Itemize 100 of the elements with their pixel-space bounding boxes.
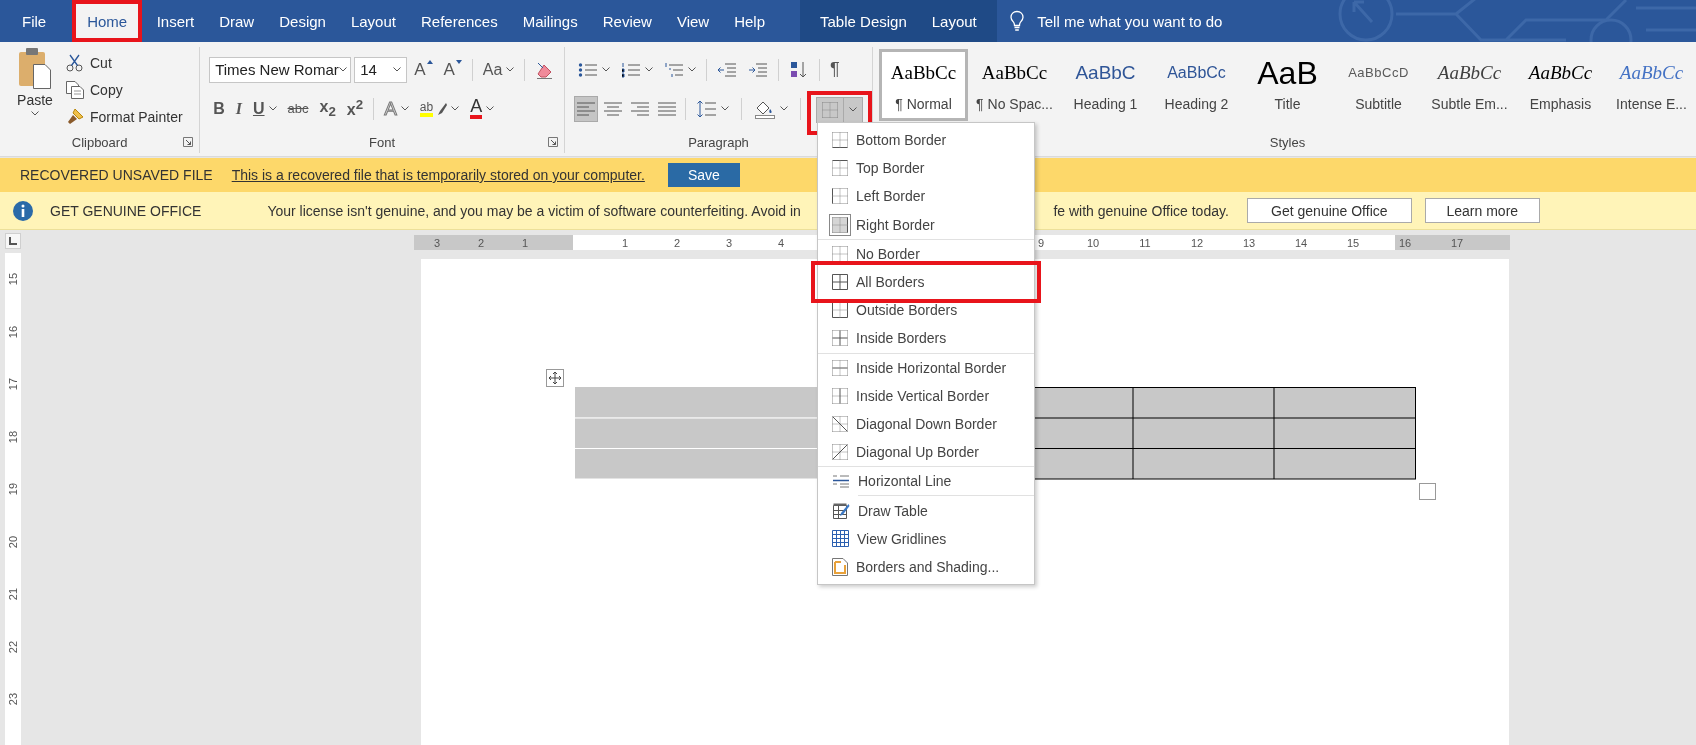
menu-item[interactable]: Inside Horizontal Border (818, 353, 1034, 382)
dialog-launcher-icon[interactable] (183, 137, 194, 147)
numbered-list-icon (621, 61, 641, 78)
style-gallery-item[interactable]: AaBbC Heading 1 (1061, 49, 1150, 121)
menu-item[interactable]: Outside Borders (818, 296, 1034, 325)
copy-icon (66, 80, 84, 99)
ribbon-tab[interactable]: Layout (338, 0, 409, 42)
license-message: Your license isn't genuine, and you may be a victim of software counterfeiting. Avoid in (267, 202, 802, 219)
ribbon-tab[interactable]: View (664, 0, 722, 42)
bold-button[interactable]: B (209, 95, 229, 122)
style-gallery-item[interactable]: AaBbCc Intense E... (1607, 49, 1696, 121)
bar-button[interactable]: Learn more (1424, 198, 1540, 223)
ribbon-tab[interactable]: Layout (919, 0, 990, 42)
font-size-dropdown[interactable]: 14 (354, 56, 408, 83)
scissors-icon (66, 53, 84, 72)
align-left-button[interactable] (574, 95, 598, 122)
superscript-button[interactable]: x$^{2}$ (342, 95, 368, 122)
ribbon-tab[interactable]: References (408, 0, 511, 42)
style-gallery-item[interactable]: AaBbCcD Subtitle (1334, 49, 1423, 121)
ruler-number: 15 (7, 273, 19, 286)
grow-font-button[interactable]: A (410, 56, 437, 83)
ribbon-tab[interactable]: Table Design (807, 0, 920, 42)
ruler-number: 17 (1450, 236, 1464, 249)
clipboard-button[interactable]: Copy (66, 76, 183, 103)
menu-item[interactable]: View Gridlines (818, 524, 1034, 553)
ruler-number: 18 (7, 430, 19, 443)
ribbon-tab[interactable]: Design (266, 0, 339, 42)
ruler-number: 17 (7, 378, 19, 391)
menu-item[interactable]: Inside Vertical Border (818, 381, 1034, 410)
recovered-file-link[interactable]: This is a recovered file that is temporarily stored on your computer. (231, 167, 645, 183)
style-gallery-item[interactable]: AaBbCc Emphasis (1516, 49, 1605, 121)
subscript-button[interactable]: x$_{2}$ (315, 95, 340, 122)
increase-indent-icon (748, 61, 768, 78)
menu-item[interactable]: Horizontal Line (818, 467, 1034, 496)
paste-button[interactable]: Paste (14, 47, 56, 131)
change-case-button[interactable]: Aa (478, 56, 519, 83)
menu-item[interactable]: Left Border (818, 182, 1034, 211)
align-left-icon (575, 100, 596, 117)
multilevel-list-icon (664, 61, 684, 78)
menu-item[interactable]: Right Border (818, 210, 1034, 239)
font-name-dropdown[interactable]: Times New Romar (209, 56, 352, 83)
menu-item[interactable]: Top Border (818, 154, 1034, 183)
style-gallery-item[interactable]: AaBbCc ¶ No Spac... (970, 49, 1059, 121)
italic-button[interactable]: I (231, 95, 246, 122)
bulleted-list-icon (578, 61, 598, 78)
ruler-number: 21 (7, 588, 19, 601)
chevron-down-icon (602, 67, 610, 72)
bar-title: RECOVERED UNSAVED FILE (20, 167, 213, 183)
bar-button[interactable]: Get genuine Office (1246, 198, 1412, 223)
ruler-number: 15 (1346, 236, 1360, 249)
ribbon-tab[interactable]: Review (590, 0, 665, 42)
menu-item[interactable]: Draw Table (818, 496, 1034, 525)
font-color-button[interactable]: A (466, 95, 499, 122)
tab-stop-icon (9, 237, 17, 245)
style-gallery-item[interactable]: AaB Title (1243, 49, 1332, 121)
ribbon-tab[interactable]: Home (72, 0, 143, 42)
ruler-number: 3 (725, 236, 733, 249)
menu-item[interactable]: Inside Borders (818, 324, 1034, 353)
style-gallery-item[interactable]: AaBbCc Heading 2 (1152, 49, 1241, 121)
highlight-color-button[interactable]: ab (415, 95, 464, 122)
chevron-down-icon (451, 106, 460, 111)
ruler-number: 4 (777, 236, 785, 249)
move-handle-icon[interactable] (546, 369, 564, 387)
tell-me-field[interactable]: Tell me what you want to do (1037, 12, 1288, 30)
ruler-number: 16 (1398, 236, 1412, 249)
ruler-number: 11 (1139, 236, 1151, 249)
ribbon-tab[interactable]: Help (721, 0, 778, 42)
style-gallery-item[interactable]: AaBbCc Subtle Em... (1425, 49, 1514, 121)
ribbon-tab[interactable]: Insert (144, 0, 207, 42)
resize-handle-icon[interactable] (1419, 482, 1436, 500)
tab-selector-button[interactable] (5, 233, 21, 249)
license-message: fe with genuine Office today. (1053, 202, 1229, 219)
ribbon-tab[interactable]: Draw (206, 0, 267, 42)
ruler-number: 9 (1037, 236, 1045, 249)
ribbon-tab[interactable]: File (0, 0, 71, 42)
menu-item[interactable]: No Border (818, 239, 1034, 268)
strikethrough-button[interactable]: abc (283, 95, 313, 122)
shrink-font-button[interactable]: A (439, 56, 466, 83)
chevron-down-icon (849, 107, 858, 112)
menu-item[interactable]: Bottom Border (818, 126, 1034, 155)
menu-item[interactable]: Diagonal Up Border (818, 438, 1034, 467)
menu-item[interactable]: Borders and Shading... (818, 552, 1034, 581)
chevron-down-icon (506, 67, 515, 72)
bar-title: GET GENUINE OFFICE (50, 202, 202, 219)
clipboard-button[interactable]: Format Painter (66, 103, 183, 130)
align-justify-icon (656, 100, 677, 117)
ribbon-tab[interactable]: Mailings (510, 0, 591, 42)
ruler-number: 19 (7, 483, 19, 496)
menu-item[interactable]: Diagonal Down Border (818, 409, 1034, 439)
style-gallery-item[interactable]: AaBbCc ¶ Normal (879, 49, 968, 121)
show-formatting-button[interactable]: ¶ (826, 56, 844, 83)
save-button[interactable]: Save (667, 163, 740, 187)
menu-item[interactable]: All Borders (818, 267, 1034, 297)
group-label: Font (369, 134, 396, 150)
ruler-number: 3 (433, 236, 441, 249)
underline-button[interactable]: U (248, 95, 281, 122)
ruler-number: 2 (673, 236, 681, 249)
clipboard-button[interactable]: Cut (66, 49, 183, 76)
group-label: Clipboard (71, 134, 128, 150)
dialog-launcher-icon[interactable] (548, 137, 558, 147)
